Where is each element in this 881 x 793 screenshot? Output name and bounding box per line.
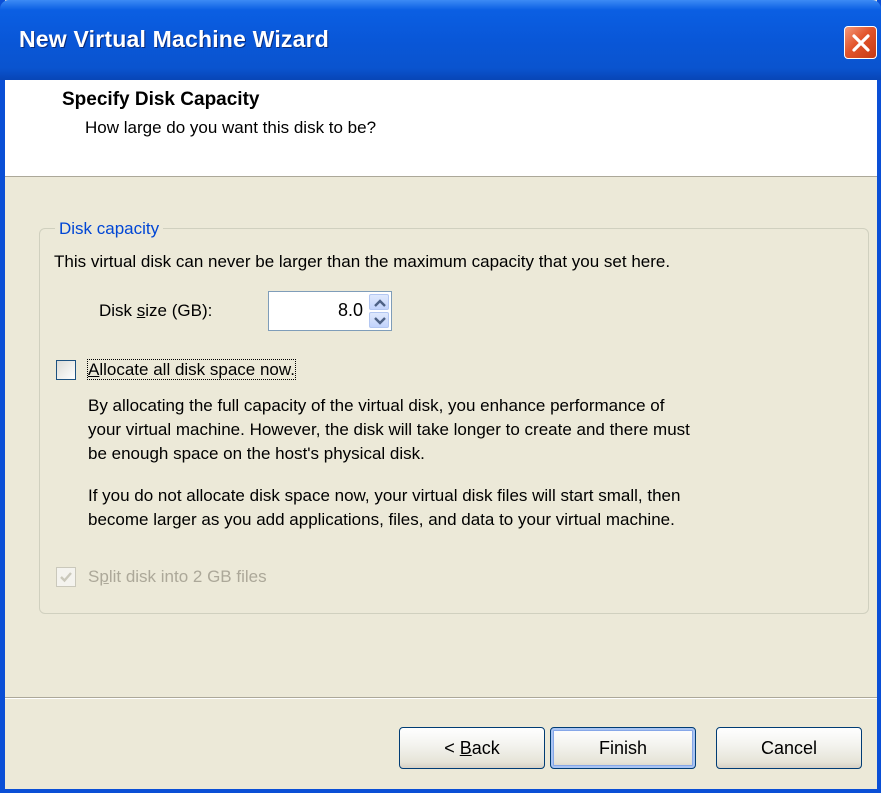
disk-size-spinner[interactable]: 8.0 <box>268 291 392 331</box>
back-button[interactable]: < Back <box>399 727 545 769</box>
disk-size-label-prefix: Disk <box>99 301 137 320</box>
spin-up-button[interactable] <box>369 294 389 310</box>
split-disk-label[interactable]: Split disk into 2 GB files <box>88 566 267 588</box>
page-title: Specify Disk Capacity <box>62 89 260 110</box>
title-bar[interactable]: New Virtual Machine Wizard <box>0 0 881 80</box>
disk-size-label: Disk size (GB): <box>99 300 212 322</box>
window-title: New Virtual Machine Wizard <box>19 26 330 52</box>
header-panel: Specify Disk Capacity How large do you w… <box>5 80 877 177</box>
back-label-prefix: < <box>444 738 460 758</box>
allocate-label[interactable]: Allocate all disk space now. <box>87 359 296 381</box>
group-legend: Disk capacity <box>55 219 164 239</box>
split-label-mnemonic: p <box>99 567 109 586</box>
cancel-button[interactable]: Cancel <box>716 727 862 769</box>
allocate-label-text: llocate all disk space now. <box>99 360 295 379</box>
disk-size-value[interactable]: 8.0 <box>338 300 363 321</box>
spin-up-arrow-icon <box>374 299 386 307</box>
allocate-label-focus: Allocate all disk space now. <box>87 359 296 380</box>
back-label-suffix: ack <box>471 738 500 758</box>
checkmark-icon <box>60 572 72 583</box>
split-label-prefix: S <box>88 567 100 586</box>
close-x-icon <box>852 34 870 52</box>
allocate-note-line-2: become larger as you add applications, f… <box>88 510 675 529</box>
split-label-suffix: lit disk into 2 GB files <box>108 567 267 586</box>
disk-size-label-mnemonic: s <box>136 301 146 320</box>
footer-divider <box>5 697 877 699</box>
allocate-checkbox[interactable] <box>56 360 76 380</box>
allocate-description-line-1: By allocating the full capacity of the v… <box>88 396 665 415</box>
wizard-window: New Virtual Machine Wizard Specify Disk … <box>0 0 881 793</box>
back-label-mnemonic: B <box>459 738 472 758</box>
spin-down-button[interactable] <box>369 312 389 328</box>
allocate-description-line-2: your virtual machine. However, the disk … <box>88 420 690 439</box>
page-subtitle: How large do you want this disk to be? <box>85 118 377 137</box>
spin-buttons <box>369 294 389 328</box>
capacity-description: This virtual disk can never be larger th… <box>54 252 671 271</box>
allocate-note-line-1: If you do not allocate disk space now, y… <box>88 486 681 505</box>
split-disk-checkbox[interactable] <box>56 567 76 587</box>
spin-down-arrow-icon <box>374 317 386 325</box>
close-button[interactable] <box>844 26 877 59</box>
finish-button[interactable]: Finish <box>550 727 696 769</box>
allocate-description-line-3: be enough space on the host's physical d… <box>88 444 425 463</box>
allocate-label-mnemonic: A <box>88 360 100 379</box>
disk-size-label-suffix: ize (GB): <box>145 301 213 320</box>
